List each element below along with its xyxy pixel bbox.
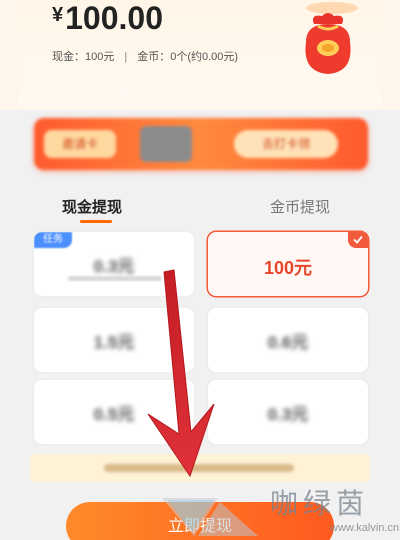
withdraw-option[interactable]: 1.5元	[34, 308, 194, 372]
cash-balance: 现金：100元	[52, 51, 115, 63]
tab-cash-withdraw[interactable]: 现金提现	[62, 196, 122, 217]
withdraw-option[interactable]: 0.6元	[208, 308, 368, 372]
option-value: 100元	[263, 258, 313, 278]
balance-card: ¥100.00 现金：100元 | 金币：0个(约0.00元)	[18, 0, 382, 108]
coin-balance: 金币：0个(约0.00元)	[137, 51, 239, 63]
checkmark-icon	[348, 232, 368, 248]
withdraw-option[interactable]: 0.5元	[34, 380, 194, 444]
active-tab-indicator	[80, 220, 112, 223]
option-value: 1.5元	[93, 333, 135, 352]
site-watermark: 咖绿茵 www.kalvin.cn	[158, 478, 400, 540]
watermark-url: www.kalvin.cn	[330, 522, 400, 534]
option-tag: 任务	[34, 232, 72, 248]
notice-text	[104, 464, 294, 472]
watermark-logo-icon	[162, 498, 258, 536]
amount-value: 100.00	[65, 0, 163, 36]
option-value: 0.3元	[267, 405, 309, 424]
watermark-text: 咖绿茵	[270, 487, 370, 520]
currency-symbol: ¥	[52, 4, 64, 26]
option-note	[68, 276, 162, 281]
promo-image	[140, 126, 192, 162]
balance-breakdown: 现金：100元 | 金币：0个(约0.00元)	[52, 48, 238, 64]
option-value: 0.5元	[93, 405, 135, 424]
withdraw-option-selected[interactable]: 100元	[208, 232, 368, 296]
balance-amount: ¥100.00	[52, 0, 163, 37]
promo-left-chip[interactable]: 邀请卡	[44, 130, 116, 158]
tab-coin-withdraw[interactable]: 金币提现	[270, 196, 330, 217]
withdraw-page: ¥100.00 现金：100元 | 金币：0个(约0.00元) 邀请卡 去打卡领 现…	[0, 0, 400, 540]
withdraw-option[interactable]: 0.3元	[208, 380, 368, 444]
option-value: 0.6元	[267, 333, 309, 352]
option-value: 0.3元	[93, 257, 135, 276]
promo-banner[interactable]: 邀请卡 去打卡领	[34, 118, 368, 170]
promo-right-chip[interactable]: 去打卡领	[234, 130, 338, 158]
separator: |	[124, 51, 128, 63]
red-envelope-icon	[305, 2, 358, 74]
withdraw-option[interactable]: 任务 0.3元	[34, 232, 194, 296]
